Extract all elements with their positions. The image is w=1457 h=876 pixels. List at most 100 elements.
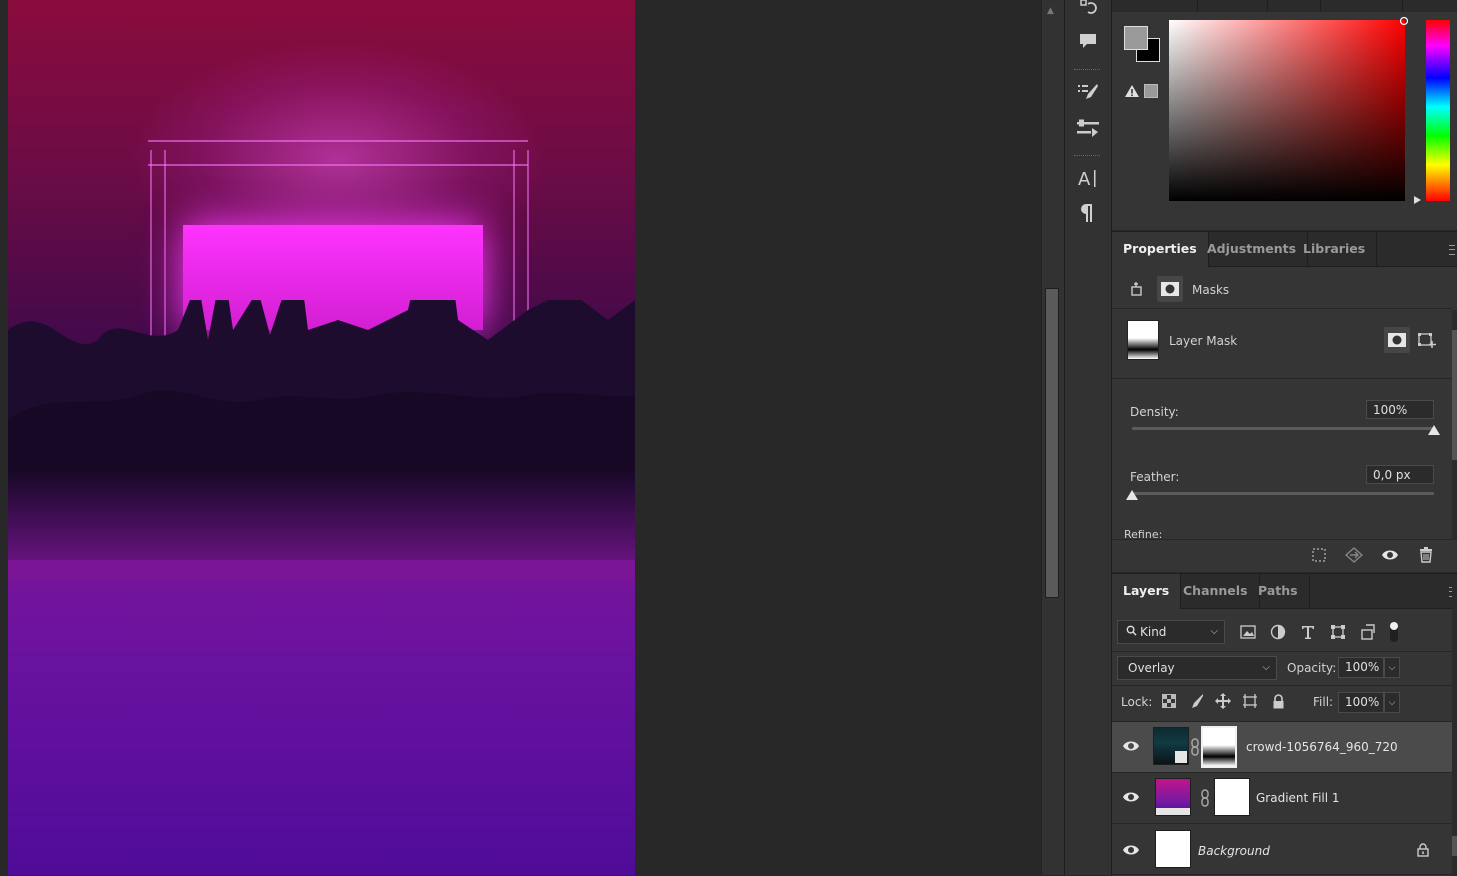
hue-slider[interactable]: [1426, 20, 1450, 201]
feather-slider-thumb[interactable]: [1126, 490, 1138, 500]
stage-truss-top: [148, 140, 528, 166]
refine-label-clip: Refine:: [1124, 528, 1204, 538]
filter-kind-dropdown[interactable]: Kind ⌵: [1117, 620, 1225, 644]
lock-artboard-icon[interactable]: [1237, 688, 1263, 714]
mask-link-icon[interactable]: [1200, 789, 1210, 807]
lock-label: Lock:: [1121, 695, 1153, 709]
visibility-eye-icon[interactable]: [1122, 739, 1140, 753]
history-icon[interactable]: [1073, 0, 1103, 22]
layers-scrollbar[interactable]: [1452, 574, 1457, 876]
tab-libraries[interactable]: Libraries: [1292, 232, 1378, 266]
layer-mask-icon[interactable]: [1157, 276, 1183, 302]
filter-kind-value: Kind: [1140, 625, 1167, 639]
lock-image-pixels-icon[interactable]: [1183, 688, 1209, 714]
layer-row-crowd[interactable]: crowd-1056764_960_720: [1112, 722, 1452, 773]
layers-tabbar: Layers Channels Paths: [1112, 574, 1457, 609]
shape-filter-icon[interactable]: [1325, 619, 1351, 645]
pixel-layer-icon[interactable]: [1125, 276, 1151, 302]
search-icon: [1126, 621, 1137, 643]
web-safe-color-swatch[interactable]: [1144, 84, 1158, 98]
paragraph-icon[interactable]: [1073, 199, 1103, 227]
apply-mask-icon[interactable]: [1341, 542, 1367, 568]
lock-transparent-pixels-icon[interactable]: [1156, 688, 1182, 714]
chevron-down-icon: ⌵: [1262, 662, 1270, 673]
properties-panel: Properties Adjustments Libraries Masks L…: [1112, 231, 1457, 572]
tab-layers[interactable]: Layers: [1112, 574, 1182, 609]
blend-mode-dropdown[interactable]: Overlay ⌵: [1117, 656, 1277, 680]
image-filter-icon[interactable]: [1235, 619, 1261, 645]
density-input[interactable]: 100%: [1366, 400, 1434, 419]
lock-all-icon[interactable]: [1265, 688, 1291, 714]
layer-row-background[interactable]: Background: [1112, 824, 1452, 875]
color-panel-tabbar: [1112, 0, 1457, 12]
feather-slider[interactable]: [1132, 492, 1434, 495]
type-filter-icon[interactable]: [1295, 619, 1321, 645]
blend-mode-value: Overlay: [1128, 661, 1175, 675]
add-vector-mask-icon[interactable]: [1414, 327, 1440, 353]
foreground-color-swatch[interactable]: [1124, 26, 1148, 50]
chevron-down-icon: ⌵: [1210, 626, 1218, 637]
fill-input[interactable]: 100%: [1338, 692, 1384, 713]
document-canvas[interactable]: [8, 0, 635, 875]
masks-section-label: Masks: [1192, 283, 1230, 297]
density-slider-thumb[interactable]: [1428, 425, 1440, 435]
layer-name-crowd[interactable]: crowd-1056764_960_720: [1246, 740, 1398, 754]
scroll-up-icon[interactable]: ▲: [1047, 6, 1059, 16]
adjustment-filter-icon[interactable]: [1265, 619, 1291, 645]
lock-position-icon[interactable]: [1210, 688, 1236, 714]
toggle-mask-icon[interactable]: [1377, 542, 1403, 568]
visibility-eye-icon[interactable]: [1122, 790, 1140, 804]
filter-toggle-icon[interactable]: [1390, 622, 1398, 642]
smart-object-badge-icon: [1175, 751, 1187, 763]
smart-object-filter-icon[interactable]: [1355, 619, 1381, 645]
select-pixel-mask-icon[interactable]: [1384, 327, 1410, 353]
character-icon[interactable]: A: [1073, 164, 1103, 192]
layers-panel: Layers Channels Paths Kind ⌵ Overlay ⌵ O…: [1112, 573, 1457, 876]
gradient-fill-mask-thumbnail[interactable]: [1214, 778, 1250, 816]
tab-properties[interactable]: Properties: [1112, 232, 1209, 267]
mask-link-icon[interactable]: [1190, 738, 1200, 756]
feather-input[interactable]: 0,0 px: [1366, 465, 1434, 484]
fill-dropdown-icon[interactable]: ⌵: [1384, 692, 1400, 713]
opacity-label: Opacity:: [1287, 661, 1337, 675]
panel-menu-icon[interactable]: [1449, 245, 1455, 255]
load-selection-icon[interactable]: [1306, 542, 1332, 568]
svg-text:A: A: [1078, 169, 1091, 189]
panel-grip[interactable]: [1074, 155, 1100, 156]
layer-mask-label: Layer Mask: [1169, 334, 1238, 348]
background-layer-thumbnail[interactable]: [1155, 830, 1191, 868]
color-picker-marker[interactable]: [1399, 16, 1409, 26]
layer-mask-thumbnail[interactable]: [1127, 320, 1159, 360]
properties-scrollbar[interactable]: [1452, 310, 1457, 540]
tab-paths[interactable]: Paths: [1247, 574, 1310, 608]
layer-name-gradient-fill[interactable]: Gradient Fill 1: [1256, 791, 1340, 805]
adjustments-sliders-icon[interactable]: [1073, 114, 1103, 142]
crowd-layer-mask-thumbnail[interactable]: [1201, 726, 1237, 768]
comment-icon[interactable]: [1073, 27, 1103, 55]
brush-settings-icon[interactable]: [1073, 78, 1103, 106]
gradient-fill-thumbnail[interactable]: [1155, 778, 1191, 816]
panel-icon-column: A: [1064, 0, 1112, 875]
panel-grip[interactable]: [1074, 69, 1100, 70]
gradient-fade: [8, 470, 635, 580]
color-panel: [1112, 0, 1457, 230]
scrollbar-thumb[interactable]: [1045, 288, 1059, 598]
opacity-input[interactable]: 100%: [1338, 657, 1384, 678]
color-picker-field[interactable]: [1169, 16, 1409, 201]
crowd-layer-thumbnail[interactable]: [1153, 727, 1189, 765]
visibility-eye-icon[interactable]: [1122, 843, 1140, 857]
opacity-dropdown-icon[interactable]: ⌵: [1384, 657, 1400, 678]
out-of-gamut-warning-icon[interactable]: [1124, 84, 1140, 98]
density-label: Density:: [1130, 405, 1179, 419]
refine-label: Refine:: [1124, 528, 1163, 538]
canvas-vertical-scrollbar[interactable]: ▲: [1041, 0, 1064, 875]
delete-mask-icon[interactable]: [1413, 542, 1439, 568]
layer-row-gradient-fill[interactable]: Gradient Fill 1: [1112, 773, 1452, 824]
layer-lock-icon[interactable]: [1417, 843, 1429, 857]
layer-name-background[interactable]: Background: [1198, 844, 1270, 858]
fill-label: Fill:: [1313, 695, 1334, 709]
density-slider[interactable]: [1132, 427, 1434, 430]
feather-label: Feather:: [1130, 470, 1180, 484]
hue-slider-arrow[interactable]: [1414, 196, 1421, 204]
properties-tabbar: Properties Adjustments Libraries: [1112, 232, 1457, 267]
